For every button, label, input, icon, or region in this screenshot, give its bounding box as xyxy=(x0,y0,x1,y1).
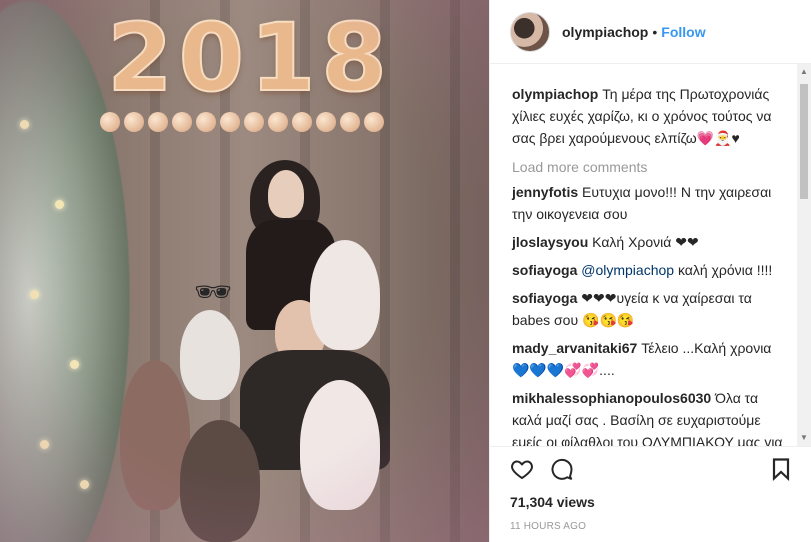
caption-username[interactable]: olympiachop xyxy=(512,86,598,102)
post-sidebar: olympiachop • Follow olympiachop Τη μέρα… xyxy=(489,0,811,542)
timestamp[interactable]: 11 HOURS AGO xyxy=(510,521,793,532)
load-more-comments-button[interactable]: Load more comments xyxy=(512,159,785,175)
view-count[interactable]: 71,304 views xyxy=(510,494,793,510)
comment-username[interactable]: mikhalessophianopoulos6030 xyxy=(512,390,711,406)
comment-username[interactable]: sofiayoga xyxy=(512,262,577,278)
scroll-down-arrow-icon[interactable]: ▼ xyxy=(797,430,811,446)
caption: olympiachop Τη μέρα της Πρωτοχρονιάς χίλ… xyxy=(512,83,785,149)
separator-dot: • xyxy=(652,23,658,40)
bookmark-icon[interactable] xyxy=(769,457,793,481)
comment-username[interactable]: mady_arvanitaki67 xyxy=(512,340,637,356)
heart-icon[interactable] xyxy=(510,457,534,481)
post-media[interactable]: 2018 🕶 xyxy=(0,0,489,542)
comments-scrollbar[interactable]: ▲ ▼ xyxy=(797,64,811,446)
comment-username[interactable]: jennyfotis xyxy=(512,184,578,200)
comment-text: καλή χρόνια !!!! xyxy=(677,262,773,278)
post-header: olympiachop • Follow xyxy=(490,0,811,64)
follow-button[interactable]: Follow xyxy=(661,24,705,40)
comment-mention-link[interactable]: @olympiachop xyxy=(581,262,674,278)
comment-text: Καλή Χρονιά ❤❤ xyxy=(592,234,699,250)
instagram-post: 2018 🕶 olympiachop • Follow olympiachop … xyxy=(0,0,811,542)
comment-username[interactable]: sofiayoga xyxy=(512,290,577,306)
comments-list: olympiachop Τη μέρα της Πρωτοχρονιάς χίλ… xyxy=(490,64,797,446)
photo-filter-vignette xyxy=(0,0,489,542)
comment-item: sofiayoga ❤❤❤υγεία κ να χαίρεσαι τα babe… xyxy=(512,287,785,331)
comment-item: mady_arvanitaki67 Τέλειο ...Καλή χρονια … xyxy=(512,337,785,381)
action-icons-row xyxy=(510,447,793,491)
comment-item: jloslaysyou Καλή Χρονιά ❤❤ xyxy=(512,231,785,253)
comment-icon[interactable] xyxy=(550,457,574,481)
comment-item: jennyfotis Ευτυχια μονο!!! Ν την χαιρεσα… xyxy=(512,181,785,225)
scroll-up-arrow-icon[interactable]: ▲ xyxy=(797,64,811,80)
comment-item: mikhalessophianopoulos6030 Όλα τα καλά μ… xyxy=(512,387,785,446)
comment-username[interactable]: jloslaysyou xyxy=(512,234,588,250)
post-actions: 71,304 views 11 HOURS AGO xyxy=(490,446,811,542)
scrollbar-thumb[interactable] xyxy=(800,84,808,199)
comment-item: sofiayoga @olympiachop καλή χρόνια !!!! xyxy=(512,259,785,281)
avatar[interactable] xyxy=(510,11,550,52)
username-link[interactable]: olympiachop xyxy=(562,24,648,40)
